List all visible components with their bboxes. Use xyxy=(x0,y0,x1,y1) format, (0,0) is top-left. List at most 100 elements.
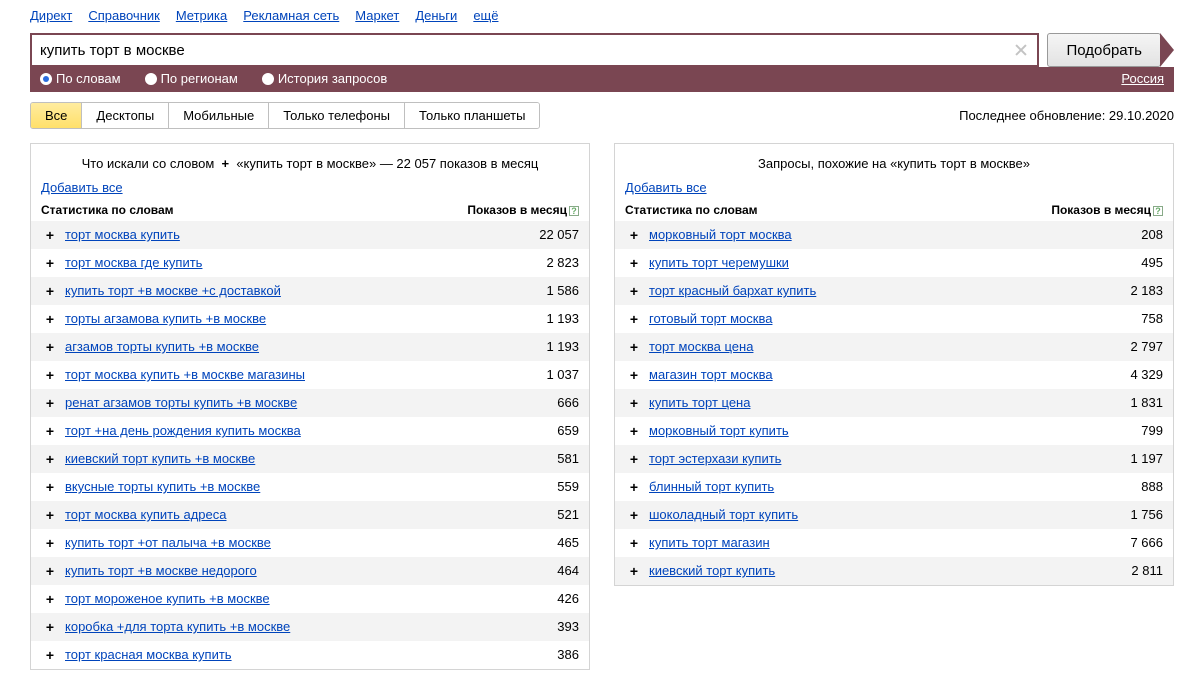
keyword-link[interactable]: готовый торт москва xyxy=(649,311,1141,326)
top-nav-link[interactable]: ещё xyxy=(473,8,498,23)
device-tab[interactable]: Мобильные xyxy=(169,103,269,128)
add-keyword-icon[interactable]: + xyxy=(625,423,643,439)
hint-icon[interactable]: ? xyxy=(1153,206,1163,216)
keyword-link[interactable]: киевский торт купить +в москве xyxy=(65,451,557,466)
add-keyword-icon[interactable]: + xyxy=(625,311,643,327)
add-keyword-icon[interactable]: + xyxy=(625,339,643,355)
table-row: +торты агзамова купить +в москве1 193 xyxy=(31,305,589,333)
keyword-link[interactable]: торт москва купить адреса xyxy=(65,507,557,522)
keyword-link[interactable]: купить торт +в москве +с доставкой xyxy=(65,283,546,298)
search-bar: Подобрать xyxy=(30,33,1174,67)
add-keyword-icon[interactable]: + xyxy=(41,619,59,635)
add-keyword-icon[interactable]: + xyxy=(625,227,643,243)
keyword-link[interactable]: торт мороженое купить +в москве xyxy=(65,591,557,606)
keyword-link[interactable]: вкусные торты купить +в москве xyxy=(65,479,557,494)
add-keyword-icon[interactable]: + xyxy=(41,563,59,579)
keyword-count: 559 xyxy=(557,479,579,494)
table-row: +киевский торт купить +в москве581 xyxy=(31,445,589,473)
hint-icon[interactable]: ? xyxy=(569,206,579,216)
keyword-link[interactable]: морковный торт купить xyxy=(649,423,1141,438)
keyword-link[interactable]: торт москва купить xyxy=(65,227,539,242)
top-nav-link[interactable]: Директ xyxy=(30,8,72,23)
add-keyword-icon[interactable]: + xyxy=(625,367,643,383)
keyword-link[interactable]: торт москва где купить xyxy=(65,255,546,270)
add-keyword-icon[interactable]: + xyxy=(41,283,59,299)
add-keyword-icon[interactable]: + xyxy=(625,563,643,579)
top-nav-link[interactable]: Метрика xyxy=(176,8,227,23)
add-keyword-icon[interactable]: + xyxy=(41,339,59,355)
keyword-link[interactable]: торты агзамова купить +в москве xyxy=(65,311,546,326)
keyword-link[interactable]: магазин торт москва xyxy=(649,367,1130,382)
radio-by-regions[interactable]: По регионам xyxy=(145,71,238,86)
add-keyword-icon[interactable]: + xyxy=(41,423,59,439)
table-row: +шоколадный торт купить1 756 xyxy=(615,501,1173,529)
add-keyword-icon[interactable]: + xyxy=(625,479,643,495)
top-nav-link[interactable]: Справочник xyxy=(88,8,160,23)
top-nav-link[interactable]: Деньги xyxy=(415,8,457,23)
add-keyword-icon[interactable]: + xyxy=(41,647,59,663)
keyword-link[interactable]: киевский торт купить xyxy=(649,563,1131,578)
add-keyword-icon[interactable]: + xyxy=(625,395,643,411)
device-tab[interactable]: Все xyxy=(31,103,82,128)
keyword-link[interactable]: купить торт цена xyxy=(649,395,1130,410)
tabs-row: ВсеДесктопыМобильныеТолько телефоныТольк… xyxy=(30,102,1174,129)
device-tab[interactable]: Только планшеты xyxy=(405,103,539,128)
col-count-label: Показов в месяц xyxy=(467,203,567,217)
add-keyword-icon[interactable]: + xyxy=(41,367,59,383)
add-keyword-icon[interactable]: + xyxy=(625,535,643,551)
add-keyword-icon[interactable]: + xyxy=(625,507,643,523)
add-keyword-icon[interactable]: + xyxy=(41,227,59,243)
device-tab[interactable]: Десктопы xyxy=(82,103,169,128)
table-row: +купить торт цена1 831 xyxy=(615,389,1173,417)
keyword-link[interactable]: купить торт +от палыча +в москве xyxy=(65,535,557,550)
keyword-link[interactable]: морковный торт москва xyxy=(649,227,1141,242)
add-keyword-icon[interactable]: + xyxy=(625,283,643,299)
table-row: +магазин торт москва4 329 xyxy=(615,361,1173,389)
keyword-link[interactable]: агзамов торты купить +в москве xyxy=(65,339,546,354)
keyword-count: 659 xyxy=(557,423,579,438)
keyword-link[interactable]: торт +на день рождения купить москва xyxy=(65,423,557,438)
top-nav-link[interactable]: Маркет xyxy=(355,8,399,23)
clear-icon[interactable] xyxy=(1013,42,1029,58)
radio-history[interactable]: История запросов xyxy=(262,71,388,86)
search-input[interactable] xyxy=(32,35,1037,65)
device-tab[interactable]: Только телефоны xyxy=(269,103,405,128)
region-link[interactable]: Россия xyxy=(1121,71,1164,86)
keyword-link[interactable]: купить торт черемушки xyxy=(649,255,1141,270)
table-row: +купить торт +от палыча +в москве465 xyxy=(31,529,589,557)
add-keyword-icon[interactable]: + xyxy=(41,255,59,271)
add-keyword-icon[interactable]: + xyxy=(625,451,643,467)
top-nav-link[interactable]: Рекламная сеть xyxy=(243,8,339,23)
keyword-link[interactable]: купить торт +в москве недорого xyxy=(65,563,557,578)
add-all-link[interactable]: Добавить все xyxy=(31,180,133,201)
keyword-link[interactable]: торт эстерхази купить xyxy=(649,451,1130,466)
radio-dot-icon xyxy=(145,73,157,85)
keyword-link[interactable]: шоколадный торт купить xyxy=(649,507,1130,522)
add-keyword-icon[interactable]: + xyxy=(41,451,59,467)
col-words: Статистика по словам xyxy=(625,203,758,217)
keyword-link[interactable]: коробка +для торта купить +в москве xyxy=(65,619,557,634)
keyword-count: 2 811 xyxy=(1131,563,1163,578)
add-all-link[interactable]: Добавить все xyxy=(615,180,717,201)
add-keyword-icon[interactable]: + xyxy=(41,535,59,551)
keyword-link[interactable]: торт красная москва купить xyxy=(65,647,557,662)
table-row: +коробка +для торта купить +в москве393 xyxy=(31,613,589,641)
keyword-link[interactable]: торт москва купить +в москве магазины xyxy=(65,367,546,382)
keyword-link[interactable]: торт москва цена xyxy=(649,339,1130,354)
keyword-link[interactable]: торт красный бархат купить xyxy=(649,283,1130,298)
add-keyword-icon[interactable]: + xyxy=(41,395,59,411)
search-field-wrap xyxy=(30,33,1039,67)
add-keyword-icon[interactable]: + xyxy=(41,507,59,523)
table-row: +купить торт +в москве +с доставкой1 586 xyxy=(31,277,589,305)
add-keyword-icon[interactable]: + xyxy=(41,311,59,327)
add-keyword-icon[interactable]: + xyxy=(41,591,59,607)
submit-button[interactable]: Подобрать xyxy=(1047,33,1161,67)
keyword-link[interactable]: купить торт магазин xyxy=(649,535,1130,550)
radio-by-words[interactable]: По словам xyxy=(40,71,121,86)
add-keyword-icon[interactable]: + xyxy=(41,479,59,495)
add-keyword-icon[interactable]: + xyxy=(625,255,643,271)
plus-icon: + xyxy=(222,156,230,171)
keyword-link[interactable]: ренат агзамов торты купить +в москве xyxy=(65,395,557,410)
rows-left: +торт москва купить22 057+торт москва гд… xyxy=(31,221,589,669)
keyword-link[interactable]: блинный торт купить xyxy=(649,479,1141,494)
